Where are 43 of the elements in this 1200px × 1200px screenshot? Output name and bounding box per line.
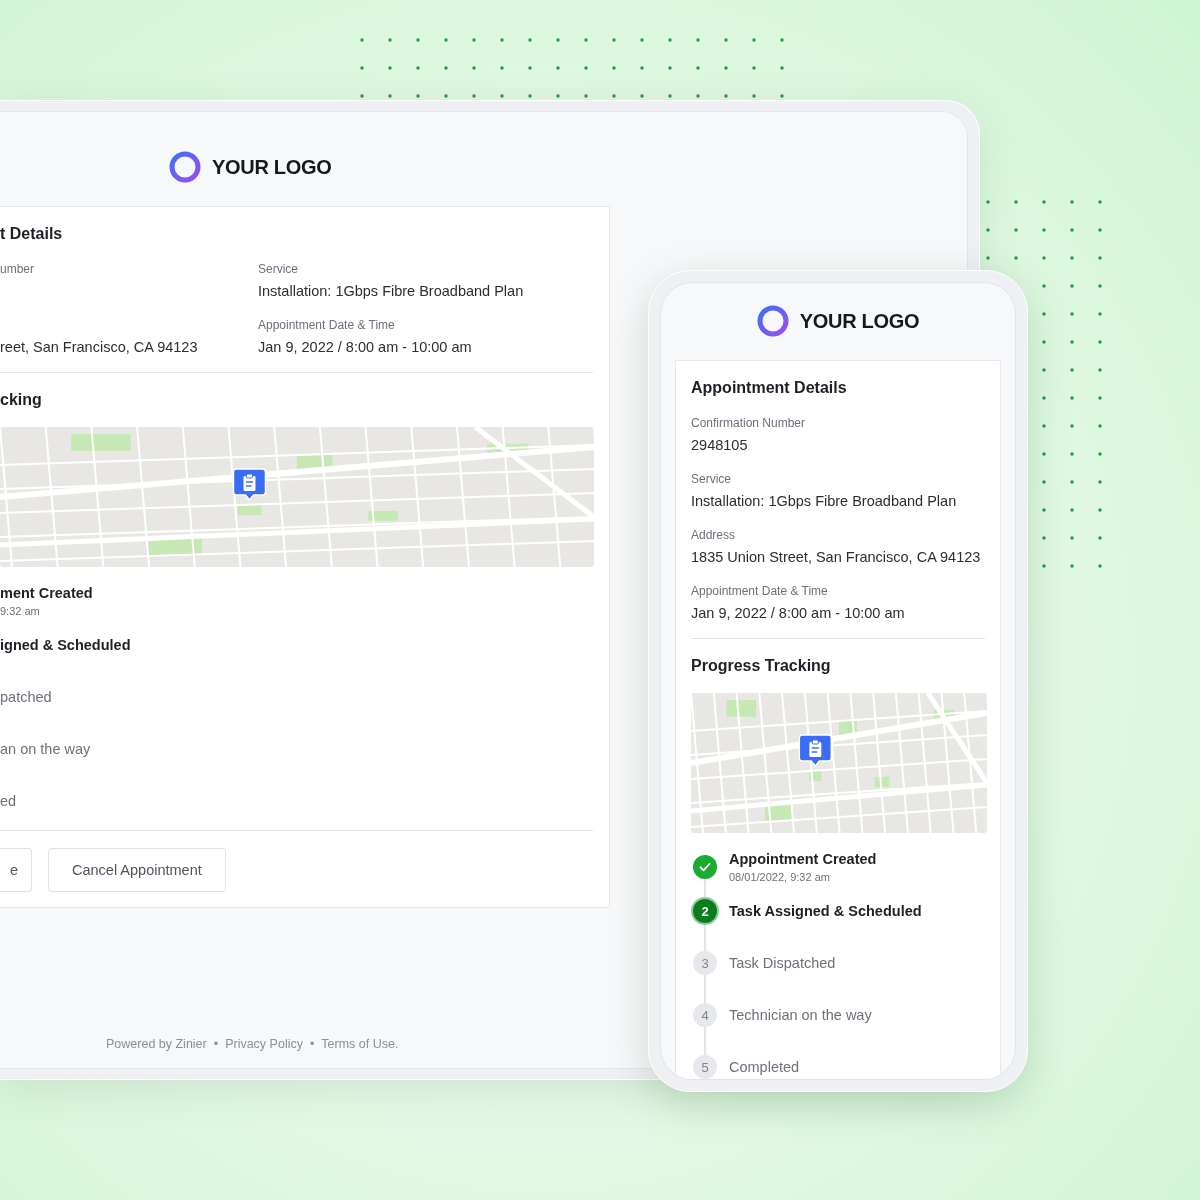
step-title: Task Dispatched: [729, 954, 836, 973]
step-title: patched: [0, 688, 52, 707]
section-title: cking: [0, 390, 43, 410]
step-title: Completed: [729, 1058, 800, 1077]
step-title: ed: [0, 792, 17, 811]
step-title: Task Assigned & Scheduled: [729, 902, 922, 921]
section-title: Progress Tracking: [691, 656, 832, 676]
field-label: umber: [0, 261, 35, 277]
step-time: 08/01/2022, 9:32 am: [729, 870, 831, 885]
field-value: 1835 Union Street, San Francisco, CA 94123: [691, 548, 982, 567]
logo-text: YOUR LOGO: [212, 155, 332, 179]
field-label: Address: [691, 527, 737, 543]
separator-dot: •: [213, 1037, 219, 1051]
step-number: 2: [693, 899, 717, 923]
section-title: Appointment Details: [691, 378, 848, 398]
step-title: igned & Scheduled: [0, 636, 131, 655]
footer-text: Powered by Zinier: [106, 1037, 207, 1051]
field-label: Appointment Date & Time: [691, 583, 829, 599]
step-title: an on the way: [0, 740, 91, 759]
step-number: 4: [693, 1003, 717, 1027]
step-title: ment Created: [0, 584, 93, 603]
step-title: Appointment Created: [729, 850, 877, 869]
field-label: Service: [258, 261, 299, 277]
field-label: Service: [691, 471, 732, 487]
step-number: 5: [693, 1055, 717, 1079]
field-value: Jan 9, 2022 / 8:00 am - 10:00 am: [258, 338, 473, 357]
field-value: Installation: 1Gbps Fibre Broadband Plan: [691, 492, 958, 511]
field-value: Jan 9, 2022 / 8:00 am - 10:00 am: [691, 604, 906, 623]
section-title: t Details: [0, 224, 64, 244]
logo-ring-icon: [169, 151, 201, 183]
button[interactable]: e: [0, 848, 32, 892]
step-number: 3: [693, 951, 717, 975]
logo-ring-icon: [756, 305, 789, 337]
cancel-button[interactable]: Cancel Appointment: [48, 848, 226, 892]
field-value: Installation: 1Gbps Fibre Broadband Plan: [258, 282, 525, 301]
field-label: Confirmation Number: [691, 415, 807, 431]
separator-dot: •: [309, 1037, 315, 1051]
field-label: Appointment Date & Time: [258, 317, 396, 333]
field-value: reet, San Francisco, CA 94123: [0, 338, 199, 357]
step-title: Technician on the way: [729, 1006, 872, 1025]
step-time: 9:32 am: [0, 604, 41, 619]
logo-text: YOUR LOGO: [799, 309, 920, 333]
field-value: 2948105: [691, 436, 749, 455]
